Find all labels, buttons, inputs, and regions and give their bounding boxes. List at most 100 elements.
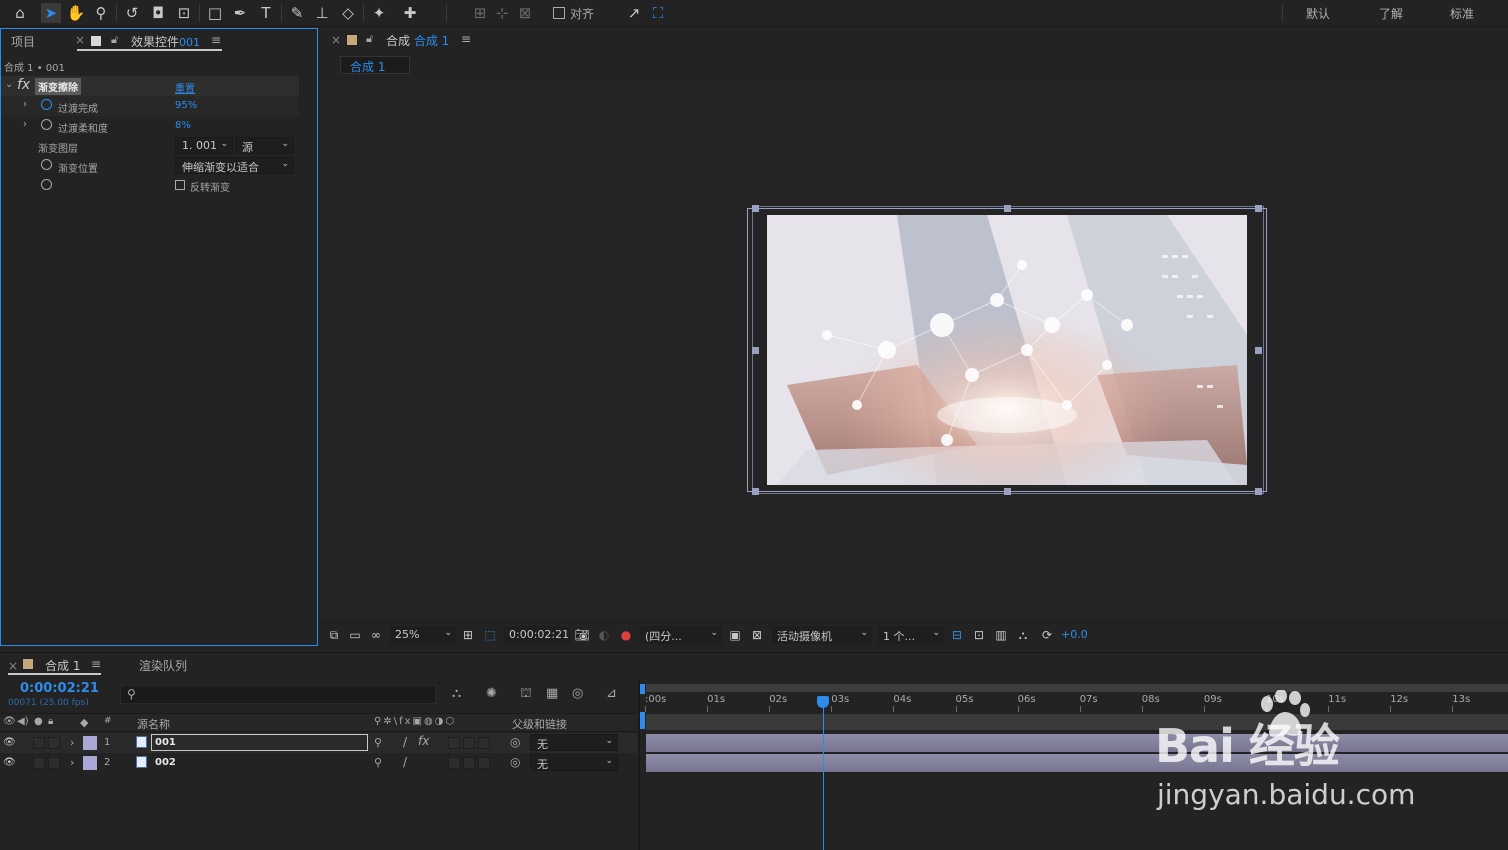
local-axis-icon[interactable]: ⊞ <box>470 3 490 23</box>
transform-handle-top[interactable] <box>1004 205 1011 212</box>
close-tab-icon[interactable]: × <box>75 33 85 47</box>
fit-view-icon[interactable]: ⊞ <box>460 627 476 643</box>
label-header-icon[interactable]: ◆ <box>80 716 88 729</box>
shy-switch-icon[interactable]: ⚲ <box>374 756 382 769</box>
composition-mini-flowchart-icon[interactable]: ⛬ <box>452 686 461 701</box>
invert-gradient-checkbox[interactable] <box>175 180 185 190</box>
layer-label-color[interactable] <box>83 736 97 750</box>
layer-search-input[interactable]: ⚲ <box>120 685 436 704</box>
switch-slot[interactable] <box>448 757 460 769</box>
monitor-icon[interactable]: ▭ <box>347 627 363 643</box>
eye-icon[interactable]: 👁︎ <box>3 757 16 768</box>
selection-tool-icon[interactable]: ➤ <box>41 3 61 23</box>
hand-tool-icon[interactable]: ✋ <box>66 3 86 23</box>
workspace-default[interactable]: 默认 <box>1306 5 1330 22</box>
solo-toggle[interactable] <box>33 757 45 769</box>
switch-slot[interactable] <box>463 757 475 769</box>
zoom-tool-icon[interactable]: ⚲ <box>91 3 111 23</box>
fx-switch-icon[interactable]: fx <box>418 734 429 748</box>
quality-switch-icon[interactable]: / <box>403 755 407 769</box>
lock-header-icon[interactable]: 🔒︎ <box>48 716 53 727</box>
layer-name-box[interactable]: 001 <box>151 734 368 751</box>
solo-header-icon[interactable]: ● <box>34 716 43 727</box>
workspace-standard[interactable]: 标准 <box>1450 5 1474 22</box>
home-icon[interactable]: ⌂ <box>10 3 30 23</box>
motion-blur-icon[interactable]: ◎ <box>572 686 583 701</box>
chevron-right-icon[interactable]: › <box>23 99 27 110</box>
lock-icon[interactable]: 🔓︎ <box>111 33 118 47</box>
current-time-indicator-head[interactable] <box>817 696 829 708</box>
navigator-start-handle[interactable] <box>640 712 645 729</box>
shy-switch-icon[interactable]: ⚲ <box>374 736 382 749</box>
align-checkbox[interactable] <box>553 7 565 19</box>
close-tab-icon[interactable]: × <box>8 659 18 673</box>
tab-composition[interactable]: 合成 合成 1 <box>386 32 449 49</box>
property-value[interactable]: 95% <box>175 100 197 111</box>
brush-tool-icon[interactable]: ✎ <box>287 3 307 23</box>
solo-toggle[interactable] <box>33 737 45 749</box>
parent-dropdown[interactable]: 无 ⌄ <box>530 734 618 751</box>
roto-brush-tool-icon[interactable]: ✦ <box>369 3 389 23</box>
transform-handle-left[interactable] <box>752 347 759 354</box>
lock-toggle[interactable] <box>48 757 60 769</box>
pick-whip-icon[interactable]: ◎ <box>510 755 520 769</box>
transform-handle-bottom-left[interactable] <box>752 488 759 495</box>
audio-header-icon[interactable]: ◀) <box>17 716 29 727</box>
eye-icon[interactable]: 👁︎ <box>3 737 16 748</box>
show-snapshot-icon[interactable]: ◐ <box>596 627 612 643</box>
resolution-dropdown[interactable]: (四分... ⌄ <box>640 626 722 644</box>
gradient-layer-dropdown[interactable]: 1. 001 ⌄ <box>175 137 233 154</box>
layer-name[interactable]: 002 <box>155 757 176 768</box>
property-value[interactable]: 8% <box>175 120 191 131</box>
switch-slot[interactable] <box>448 737 460 749</box>
tab-project[interactable]: 项目 <box>11 33 35 50</box>
channel-rgb-icon[interactable]: ● <box>618 627 634 643</box>
fx-icon[interactable]: fx <box>17 77 30 93</box>
pick-whip-icon[interactable]: ◎ <box>510 735 520 749</box>
snapshot-icon[interactable]: 📷︎ <box>574 627 590 643</box>
snap-icon[interactable]: ↗ <box>624 3 644 23</box>
column-source-name[interactable]: 源名称 <box>137 716 170 732</box>
rotate-tool-icon[interactable]: ↺ <box>122 3 142 23</box>
stopwatch-icon[interactable] <box>41 99 52 110</box>
panel-menu-icon[interactable]: ≡ <box>91 657 101 671</box>
tab-effect-controls[interactable]: 效果控件001 <box>131 33 200 50</box>
type-tool-icon[interactable]: T <box>256 3 276 23</box>
video-toggle-header-icon[interactable]: 👁︎ <box>3 716 16 727</box>
column-parent-link[interactable]: 父级和链接 <box>512 716 567 732</box>
tab-timeline-comp[interactable]: 合成 1 <box>45 657 80 674</box>
current-time-field[interactable]: 0:00:02:21 <box>504 626 570 644</box>
chevron-right-icon[interactable]: › <box>70 756 74 769</box>
close-tab-icon[interactable]: × <box>331 33 341 47</box>
fast-previews-icon[interactable]: ⊡ <box>971 627 987 643</box>
panel-menu-icon[interactable]: ≡ <box>461 32 471 46</box>
tab-render-queue[interactable]: 渲染队列 <box>139 657 187 674</box>
view-axis-icon[interactable]: ⊠ <box>515 3 535 23</box>
transform-handle-right[interactable] <box>1255 347 1262 354</box>
work-area-start-handle[interactable] <box>640 684 645 694</box>
clone-stamp-tool-icon[interactable]: ⊥ <box>312 3 332 23</box>
chevron-down-icon[interactable]: ⌄ <box>5 79 13 90</box>
region-of-interest-icon[interactable]: ▣ <box>727 627 743 643</box>
exposure-value[interactable]: +0.0 <box>1061 628 1088 641</box>
panel-menu-icon[interactable]: ≡ <box>211 33 221 47</box>
lock-toggle[interactable] <box>48 737 60 749</box>
safe-area-icon[interactable]: ⬚ <box>482 627 498 643</box>
timeline-timecode[interactable]: 0:00:02:21 <box>20 681 99 696</box>
switch-slot[interactable] <box>478 757 490 769</box>
switch-slot[interactable] <box>463 737 475 749</box>
transform-handle-bottom-right[interactable] <box>1255 488 1262 495</box>
transform-handle-bottom[interactable] <box>1004 488 1011 495</box>
transparency-grid-icon[interactable]: ⊠ <box>749 627 765 643</box>
eraser-tool-icon[interactable]: ◇ <box>338 3 358 23</box>
gradient-placement-dropdown[interactable]: 伸缩渐变以适合 ⌄ <box>175 157 294 174</box>
snap-options-icon[interactable]: ⛶ <box>648 3 668 23</box>
zoom-dropdown[interactable]: 25% ⌄ <box>390 626 456 644</box>
flowchart-icon[interactable]: ⛬ <box>1015 627 1031 643</box>
comp-navigator-badge[interactable]: 合成 1 <box>340 56 410 74</box>
layer-label-color[interactable] <box>83 756 97 770</box>
layer-row-2[interactable]: 👁︎ › 2 002 ⚲ / ◎ 无 ⌄ <box>0 753 638 773</box>
pen-tool-icon[interactable]: ✒ <box>230 3 250 23</box>
draft-3d-icon[interactable]: ✺ <box>486 686 497 701</box>
transform-handle-top-right[interactable] <box>1255 205 1262 212</box>
